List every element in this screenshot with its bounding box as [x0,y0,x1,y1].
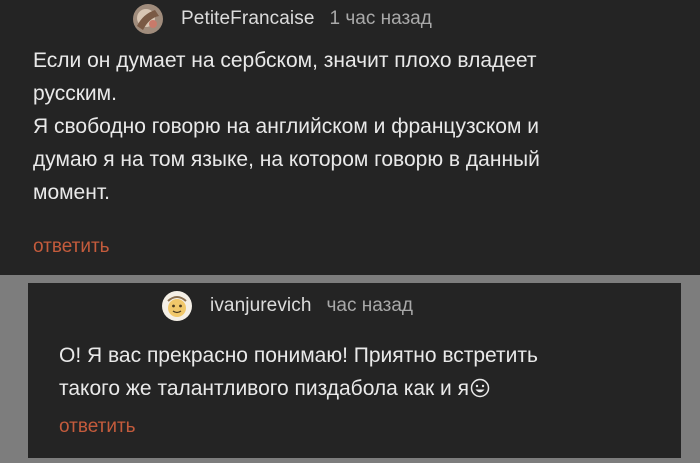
comment-text-line: О! Я вас прекрасно понимаю! Приятно встр… [59,344,538,367]
avatar-image-icon [133,4,163,34]
grinning-face-emoji-icon [470,375,490,408]
avatar[interactable] [133,4,163,34]
username[interactable]: PetiteFrancaise [181,8,315,30]
reply-link[interactable]: ответить [33,236,110,258]
avatar-cartoon-face-icon [162,291,192,321]
comment-text-line: Я свободно говорю на английском и францу… [33,115,539,138]
comment-text-line: Если он думает на сербском, значит плохо… [33,49,537,72]
username[interactable]: ivanjurevich [210,295,312,317]
timestamp: час назад [326,295,413,316]
comment: PetiteFrancaise 1 час назад Если он дума… [0,0,700,275]
comment-header: PetiteFrancaise 1 час назад [133,3,432,35]
comment-text: О! Я вас прекрасно понимаю! Приятно встр… [59,339,659,408]
comment-reply: ivanjurevich час назад О! Я вас прекрасн… [28,283,681,458]
reply-link[interactable]: ответить [59,416,136,438]
timestamp: 1 час назад [329,8,432,29]
comment-text-segment: такого же талантливого пиздабола как и я [59,377,469,400]
comment-text-line: момент. [33,181,110,204]
comment-text-line: русским. [33,82,117,105]
comment-text-line: такого же талантливого пиздабола как и я [59,372,659,408]
comment-text-line: думаю я на том языке, на котором говорю … [33,148,540,171]
comment-header: ivanjurevich час назад [162,290,413,322]
avatar[interactable] [162,291,192,321]
comment-text: Если он думает на сербском, значит плохо… [33,44,673,209]
